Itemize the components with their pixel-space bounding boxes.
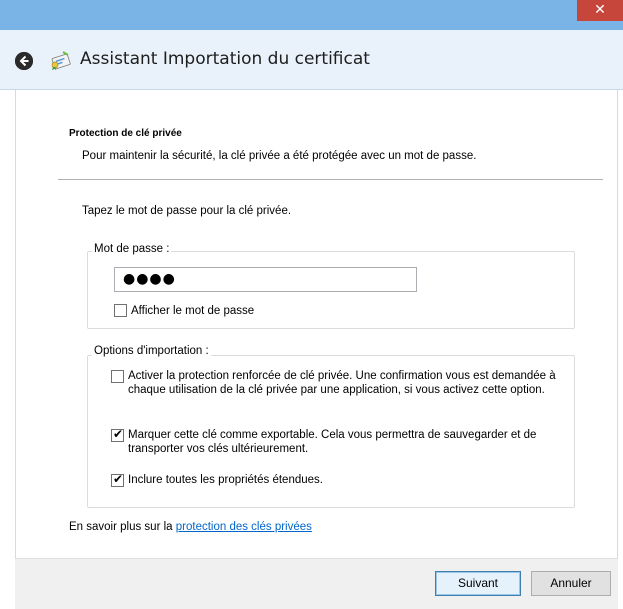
next-button[interactable]: Suivant bbox=[435, 571, 521, 596]
close-icon: ✕ bbox=[594, 2, 606, 18]
password-instruction: Tapez le mot de passe pour la clé privée… bbox=[82, 205, 292, 217]
private-key-protection-link[interactable]: protection des clés privées bbox=[176, 521, 312, 533]
show-password-label[interactable]: Afficher le mot de passe bbox=[131, 304, 254, 318]
back-button[interactable] bbox=[15, 52, 33, 70]
close-button[interactable]: ✕ bbox=[577, 0, 623, 21]
strong-protection-label[interactable]: Activer la protection renforcée de clé p… bbox=[128, 369, 558, 397]
strong-protection-checkbox[interactable] bbox=[111, 370, 124, 383]
exportable-checkbox[interactable]: ✔ bbox=[111, 427, 124, 442]
password-group-label: Mot de passe : bbox=[92, 243, 172, 255]
back-arrow-icon bbox=[15, 52, 33, 70]
certificate-icon bbox=[50, 50, 72, 70]
exportable-label[interactable]: Marquer cette clé comme exportable. Cela… bbox=[128, 428, 568, 456]
show-password-checkbox[interactable] bbox=[114, 304, 127, 317]
learn-more-prefix: En savoir plus sur la bbox=[69, 521, 176, 533]
import-options-label: Options d'importation : bbox=[92, 345, 211, 357]
checkmark-icon: ✔ bbox=[113, 472, 124, 486]
title-bar[interactable] bbox=[0, 0, 623, 30]
cancel-button[interactable]: Annuler bbox=[531, 571, 611, 596]
section-title: Protection de clé privée bbox=[69, 128, 182, 139]
extended-properties-checkbox[interactable]: ✔ bbox=[111, 472, 124, 487]
certificate-import-wizard-window: ✕ Assistant Importation du certificat Pr… bbox=[0, 0, 623, 609]
learn-more-text: En savoir plus sur la protection des clé… bbox=[69, 521, 312, 533]
button-bar bbox=[15, 558, 618, 609]
checkmark-icon: ✔ bbox=[113, 427, 124, 441]
password-input[interactable]: ●●●● bbox=[114, 267, 417, 292]
header-divider bbox=[58, 179, 603, 180]
extended-properties-label[interactable]: Inclure toutes les propriétés étendues. bbox=[128, 473, 323, 487]
section-description: Pour maintenir la sécurité, la clé privé… bbox=[82, 150, 477, 162]
wizard-title: Assistant Importation du certificat bbox=[80, 49, 370, 69]
